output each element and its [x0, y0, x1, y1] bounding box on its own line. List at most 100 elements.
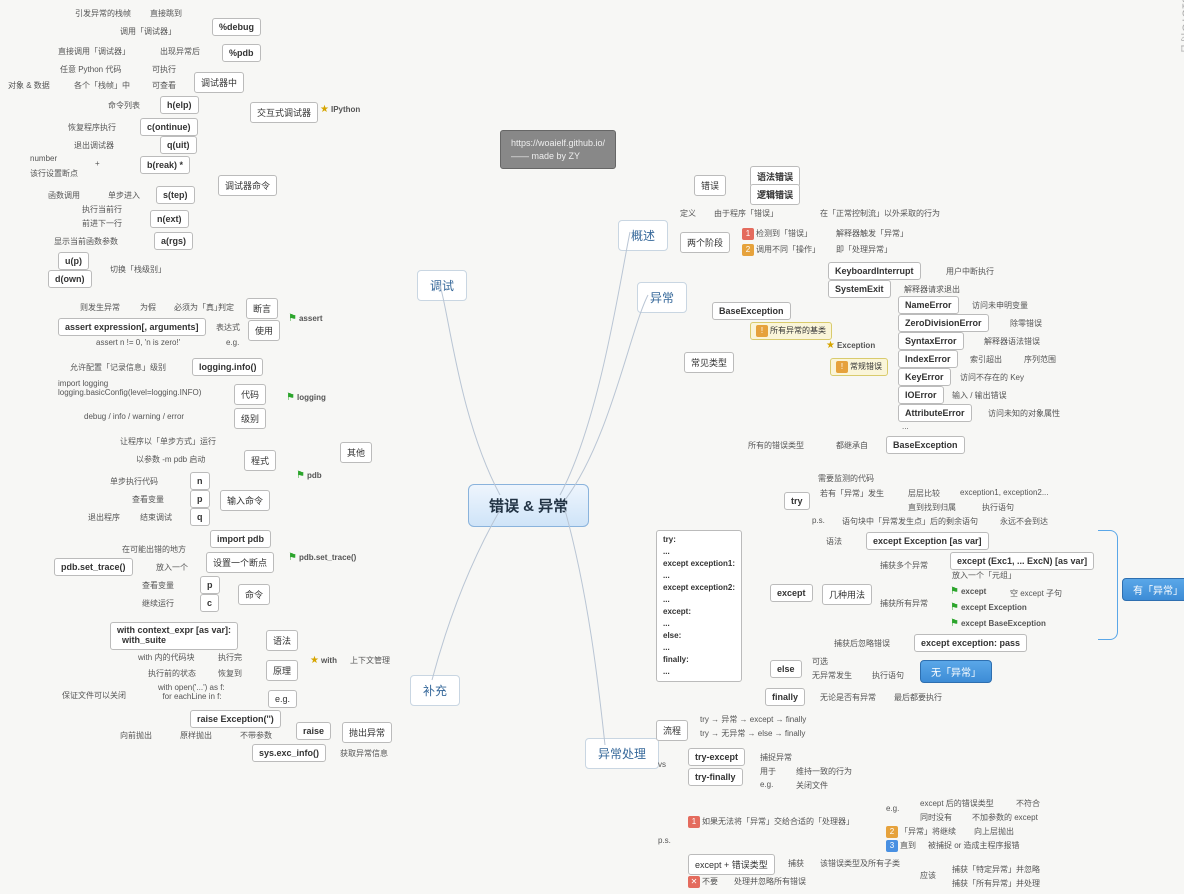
ps1-b: 不符合 — [1016, 798, 1040, 809]
else-b: 无异常发生 — [812, 670, 852, 681]
base-tag: !所有异常的基类 — [750, 322, 832, 340]
ps1: 1如果无法将「异常」交给合适的「处理器」 — [688, 816, 854, 828]
se-a: 解释器请求退出 — [904, 284, 960, 295]
vs-b4: 关闭文件 — [796, 780, 828, 791]
watermark: @51CTO博客 — [1178, 0, 1184, 54]
zd: ZeroDivisionError — [898, 314, 989, 332]
dbg-e: 对象 & 数据 — [8, 80, 50, 91]
debugger-cmds: 调试器命令 — [218, 175, 277, 196]
interactive-debugger: 交互式调试器 — [250, 102, 318, 123]
ps3-d: 捕获「所有异常」并处理 — [952, 878, 1040, 889]
assert-c1: 则发生异常 — [80, 302, 120, 313]
exc-bare-a: 空 except 子句 — [1010, 588, 1062, 599]
quit-a: 退出调试器 — [74, 140, 114, 151]
log-info-a: 允许配置「记录信息」级别 — [70, 362, 166, 373]
exc-syntax: 语法 — [826, 536, 842, 547]
quit: q(uit) — [160, 136, 197, 154]
ps3-c: 捕获「特定异常」并忽略 — [952, 864, 1040, 875]
star-icon: ★ — [310, 655, 319, 666]
log-code: 代码 — [234, 384, 266, 405]
ppdb-a: 直接调用「调试器」 — [58, 46, 130, 57]
assert: ⚑assert — [288, 313, 323, 324]
exc-info: sys.exc_info() — [252, 744, 326, 762]
ps2-b: 该错误类型及所有子类 — [820, 858, 900, 869]
flag-icon: ⚑ — [288, 552, 297, 563]
ke: KeyError — [898, 368, 951, 386]
ps3: ✕不要 — [688, 876, 718, 888]
ov-err-logic: 逻辑错误 — [750, 184, 800, 205]
with-principle: 原理 — [266, 660, 298, 681]
debugger: 调试器中 — [194, 72, 244, 93]
st-c-a: 继续运行 — [142, 598, 174, 609]
ps1-c: 同时没有 — [920, 812, 952, 823]
assert-use: 使用 — [248, 320, 280, 341]
fin-b: 最后都要执行 — [894, 692, 942, 703]
exc-base: ⚑except BaseException — [950, 618, 1046, 629]
exc-ignore: 捕获后忽略错误 — [834, 638, 890, 649]
credit-box: https://woaielf.github.io/ —— made by ZY — [500, 130, 616, 169]
flag-icon: ⚑ — [950, 602, 959, 613]
exc-info-a: 获取异常信息 — [340, 748, 388, 759]
num-icon-1: 1 — [688, 816, 700, 828]
ov-def: 定义 — [680, 208, 696, 219]
ne: NameError — [898, 296, 959, 314]
try-ps-b: 永远不会到达 — [1000, 516, 1048, 527]
finally: finally — [765, 688, 805, 706]
raise-kw: raise — [296, 722, 331, 740]
star-icon: ★ — [826, 340, 835, 351]
with-eg: e.g. — [268, 690, 297, 708]
num-icon-2: 2 — [742, 244, 754, 256]
ie: IndexError — [898, 350, 958, 368]
exc-exc: ⚑except Exception — [950, 602, 1027, 613]
with-pc: 执行前的状态 — [148, 668, 196, 679]
has-exc-btn[interactable]: 有「异常」 — [1122, 578, 1184, 601]
ov-def-b: 在「正常控制流」以外采取的行为 — [820, 208, 940, 219]
ps1-a: except 后的错误类型 — [920, 798, 994, 809]
log-level: 级别 — [234, 408, 266, 429]
flag-icon: ⚑ — [288, 313, 297, 324]
with-eg-a: with open('...') as f: for eachLine in f… — [158, 684, 225, 702]
raise-a: raise Exception('') — [190, 710, 281, 728]
pdb-q-a: 退出程序 — [88, 512, 120, 523]
try-c: exception1, exception2... — [960, 488, 1049, 497]
logging: ⚑logging — [286, 392, 326, 403]
ph1b: 解释器触发「异常」 — [836, 228, 908, 239]
step-b: 单步进入 — [108, 190, 140, 201]
with-syntax: 语法 — [266, 630, 298, 651]
st-import: import pdb — [210, 530, 271, 548]
pdebug-c: 调用「调试器」 — [120, 26, 176, 37]
raise-title: 抛出异常 — [342, 722, 392, 743]
st-p-a: 查看变量 — [142, 580, 174, 591]
break-plus: + — [95, 159, 100, 168]
exc-multi-b: 放入一个「元组」 — [952, 570, 1016, 581]
cont-a: 恢复程序执行 — [68, 122, 116, 133]
pdb-q: q — [190, 508, 210, 526]
no-exc-btn[interactable]: 无「异常」 — [920, 660, 992, 683]
base-exception: BaseException — [712, 302, 791, 320]
ph2b: 即「处理异常」 — [836, 244, 892, 255]
settrace: ⚑pdb.set_trace() — [288, 552, 356, 563]
try-ps: p.s. — [812, 516, 825, 525]
num-icon-1: 1 — [742, 228, 754, 240]
ph1: 1检测到「错误」 — [742, 228, 812, 240]
try-a: 若有「异常」发生 — [820, 488, 884, 499]
others: 其他 — [340, 442, 372, 463]
st-c: c — [200, 594, 219, 612]
help: h(elp) — [160, 96, 199, 114]
io: IOError — [898, 386, 944, 404]
pdb-mode-a: 让程序以「单步方式」运行 — [120, 436, 216, 447]
all-c: BaseException — [886, 436, 965, 454]
up: u(p) — [58, 252, 89, 270]
hub-debug: 调试 — [417, 270, 467, 301]
pdb-mode: 程式 — [244, 450, 276, 471]
exc-multi: 捕获多个异常 — [880, 560, 928, 571]
ppdb: %pdb — [222, 44, 261, 62]
assert-expr-l: 表达式 — [216, 322, 240, 333]
with-title: 上下文管理 — [350, 655, 390, 666]
x-icon: ✕ — [688, 876, 700, 888]
vs-b3: e.g. — [760, 780, 773, 789]
st-bp-a: 在可能出错的地方 — [122, 544, 186, 555]
common-types: 常见类型 — [684, 352, 734, 373]
try-e: 执行语句 — [982, 502, 1014, 513]
assert-expr: assert expression[, arguments] — [58, 318, 206, 336]
